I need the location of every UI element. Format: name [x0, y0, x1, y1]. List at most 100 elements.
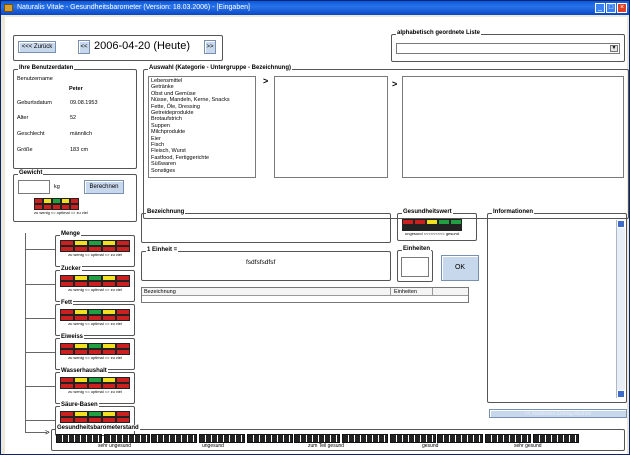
gender-value: männlich: [70, 131, 93, 137]
app-window: Naturalis Vitale - Gesundheitsbarometer …: [0, 0, 630, 455]
height-label: Größe: [17, 147, 33, 153]
meter-scale: zu wenig <= optimal => zu viel: [60, 377, 130, 394]
weight-input[interactable]: [18, 180, 50, 194]
date-nav-group: <<< Zurück << 2006-04-20 (Heute) >>: [13, 35, 223, 61]
barometer-segment: [294, 434, 341, 443]
meter-zucker: Zucker zu wenig <= optimal => zu viel: [55, 266, 135, 302]
user-data-legend: Ihre Benutzerdaten: [18, 65, 75, 71]
barometer-segment: [437, 434, 484, 443]
tree-line: [25, 386, 55, 387]
tree-line: [25, 432, 47, 433]
barometer-label-gesund: gesund: [422, 443, 439, 449]
column-header-bezeichnung[interactable]: Bezeichnung: [144, 289, 176, 295]
meter-scale: zu wenig <= optimal => zu viel: [60, 309, 130, 326]
column-header-einheiten[interactable]: Einheiten: [394, 289, 417, 295]
delete-entry-button[interactable]: << markierten Eintrag löschen: [489, 409, 627, 418]
tree-line: [25, 233, 26, 433]
scroll-up-icon[interactable]: [617, 220, 625, 228]
barometer-segment: [56, 434, 102, 443]
arrow-right-icon: >: [45, 428, 50, 437]
prev-day-button[interactable]: <<: [78, 40, 90, 54]
meter-legend: Menge: [60, 231, 82, 237]
chevron-down-icon[interactable]: ▼: [610, 45, 618, 52]
einheit-value: fsdfsfsdfsf: [246, 259, 276, 266]
einheiten-legend: Einheiten: [402, 246, 432, 252]
back-button[interactable]: <<< Zurück: [18, 41, 56, 53]
scroll-down-icon[interactable]: [617, 390, 625, 398]
barometer-legend: Gesundheitsbarometerstand: [56, 425, 140, 431]
maximize-button[interactable]: □: [606, 3, 616, 13]
meter-scale: zu wenig <= optimal => zu viel: [60, 343, 130, 360]
barometer-segment: [151, 434, 198, 443]
column-divider: [390, 288, 391, 296]
client-area: <<< Zurück << 2006-04-20 (Heute) >> alph…: [5, 17, 629, 454]
height-value: 183 cm: [70, 147, 89, 153]
alpha-list-group: alphabetisch geordnete Liste ▼: [391, 30, 625, 62]
barometer-segment: [532, 434, 579, 443]
barometer-segment: [389, 434, 436, 443]
meter-fett: Fett zu wenig <= optimal => zu viel: [55, 300, 135, 336]
table-header: Bezeichnung Einheiten: [142, 288, 468, 296]
bezeichnung-legend: Bezeichnung: [146, 209, 186, 215]
birthdate-label: Geburtsdatum: [17, 100, 52, 106]
gender-label: Geschlecht: [17, 131, 45, 137]
weight-legend: Gewicht: [18, 170, 44, 176]
informationen-group: Informationen: [487, 209, 627, 403]
weight-group: Gewicht kg Berechnen zu wenig <= optimal…: [13, 170, 137, 222]
minimize-button[interactable]: _: [595, 3, 605, 13]
item-listbox[interactable]: [402, 76, 624, 178]
age-label: Alter: [17, 115, 29, 121]
next-day-button[interactable]: >>: [204, 40, 216, 54]
age-value: 52: [70, 115, 77, 121]
barometer-label-zum-teil-gesund: zum Teil gesund: [308, 443, 345, 449]
username-label: Benutzername: [17, 76, 53, 82]
category-listbox[interactable]: Lebensmittel Getränke Obst und Gemüse Nü…: [148, 76, 256, 178]
meter-eiweiss: Eiweiss zu wenig <= optimal => zu viel: [55, 334, 135, 370]
meter-scale: zu wenig <= optimal => zu viel: [60, 275, 130, 292]
meter-scale-text: zu wenig <= optimal => zu viel: [68, 389, 122, 394]
ok-button[interactable]: OK: [441, 255, 479, 281]
calculate-button[interactable]: Berechnen: [84, 180, 124, 194]
meter-scale-text: zu wenig <= optimal => zu viel: [68, 321, 122, 326]
app-icon: [4, 4, 13, 12]
arrow-right-icon: >: [263, 76, 269, 86]
gw-scale-text: ungesund <<<<<<<<< gesund: [405, 231, 459, 236]
einheiten-group: Einheiten: [397, 246, 433, 282]
barometer-segment: [199, 434, 246, 443]
meter-menge: Menge zu wenig <= optimal => zu viel: [55, 231, 135, 267]
meter-scale: zu wenig <= optimal => zu viel: [60, 240, 130, 257]
gesundheitswert-legend: Gesundheitswert: [402, 209, 453, 215]
entries-table[interactable]: Bezeichnung Einheiten: [141, 287, 469, 303]
alpha-list-select[interactable]: ▼: [396, 43, 620, 54]
barometer-label-sehr-ungesund: sehr ungesund: [98, 443, 132, 449]
barometer-label-ungesund: ungesund: [202, 443, 224, 449]
barometer-segment: [246, 434, 293, 443]
barometer-label-sehr-gesund: sehr gesund: [514, 443, 542, 449]
info-scrollbar[interactable]: [616, 220, 625, 398]
tree-line: [25, 249, 55, 250]
tree-line: [25, 318, 55, 319]
informationen-legend: Informationen: [492, 209, 534, 215]
column-divider: [432, 288, 433, 296]
user-data-group: Ihre Benutzerdaten Benutzername Peter Ge…: [13, 65, 137, 169]
alpha-list-legend: alphabetisch geordnete Liste: [396, 30, 482, 36]
barometer-segment: [103, 434, 150, 443]
tree-line: [25, 284, 55, 285]
subgroup-listbox[interactable]: [274, 76, 388, 178]
meter-scale-text: zu wenig <= optimal => zu viel: [68, 252, 122, 257]
date-display: 2006-04-20 (Heute): [94, 40, 191, 52]
weight-scale: zu wenig <= optimal => zu viel: [34, 198, 88, 215]
selection-group: Auswahl (Kategorie - Untergruppe - Bezei…: [143, 65, 629, 219]
weight-scale-text: zu wenig <= optimal => zu viel: [34, 210, 88, 215]
close-button[interactable]: ×: [617, 3, 627, 13]
tree-line: [25, 420, 55, 421]
title-bar: Naturalis Vitale - Gesundheitsbarometer …: [1, 1, 629, 15]
barometer-group: Gesundheitsbarometerstand sehr ungesund …: [51, 425, 625, 451]
barometer-segment: [342, 434, 389, 443]
einheiten-input[interactable]: [401, 257, 429, 277]
meter-legend: Wasserhaushalt: [60, 368, 108, 374]
window-title: Naturalis Vitale - Gesundheitsbarometer …: [17, 4, 250, 11]
list-item[interactable]: Sonstiges: [151, 168, 253, 174]
einheit-legend: 1 Einheit =: [146, 247, 179, 253]
meter-scale-text: zu wenig <= optimal => zu viel: [68, 287, 122, 292]
